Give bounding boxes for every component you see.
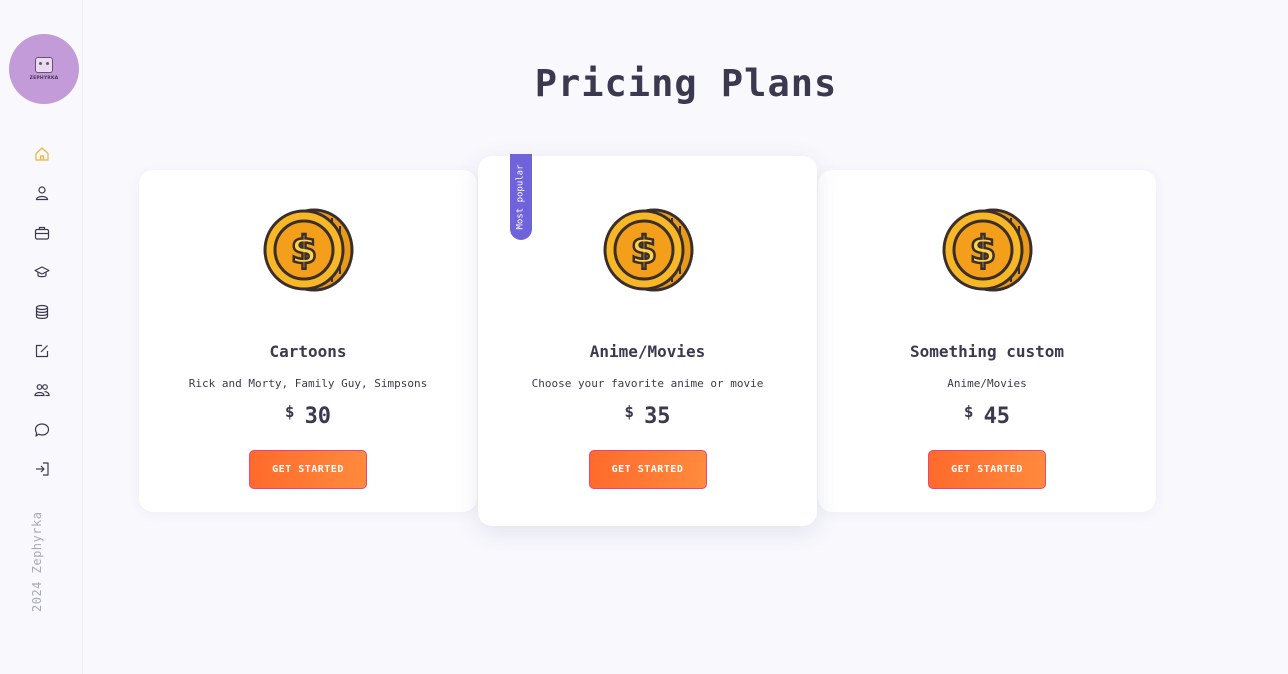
- users-icon: [33, 384, 50, 397]
- sidebar-item-login[interactable]: [30, 457, 54, 481]
- most-popular-badge: Most popular: [510, 154, 532, 240]
- plan-description: Rick and Morty, Family Guy, Simpsons: [188, 377, 428, 390]
- coin-icon: $: [942, 208, 1033, 292]
- plan-name: Anime/Movies: [589, 342, 706, 361]
- sidebar: ZEPHYRKA 2024 Zephyrka: [0, 0, 83, 674]
- sidebar-item-edit[interactable]: [30, 339, 54, 363]
- footer-copyright: 2024 Zephyrka: [30, 511, 44, 612]
- plan-price: $35: [478, 402, 817, 429]
- svg-text:$: $: [970, 228, 996, 272]
- plan-name: Cartoons: [269, 342, 347, 361]
- edit-icon: [35, 344, 48, 358]
- currency-symbol: $: [963, 402, 974, 421]
- user-icon: [35, 186, 48, 201]
- plan-price: $30: [139, 402, 477, 429]
- logo-icon: [35, 57, 53, 73]
- svg-text:$: $: [291, 228, 317, 272]
- plan-name: Something custom: [909, 342, 1065, 361]
- currency-symbol: $: [284, 402, 295, 421]
- badge-label: Most popular: [516, 164, 526, 230]
- sidebar-item-education[interactable]: [30, 260, 54, 284]
- currency-symbol: $: [624, 402, 635, 421]
- graduation-cap-icon: [33, 266, 50, 278]
- price-amount: 30: [304, 404, 332, 429]
- plan-description: Choose your favorite anime or movie: [531, 377, 764, 390]
- chat-icon: [34, 423, 49, 437]
- sidebar-item-home[interactable]: [30, 142, 54, 166]
- price-amount: 35: [644, 404, 671, 429]
- sidebar-item-team[interactable]: [30, 378, 54, 402]
- sign-in-icon: [35, 462, 49, 476]
- main-content: Pricing Plans $ Cartoons Rick and Morty,…: [84, 0, 1288, 674]
- page-title: Pricing Plans: [534, 62, 838, 105]
- coin-icon: $: [603, 208, 693, 292]
- logo[interactable]: ZEPHYRKA: [9, 34, 79, 104]
- pricing-card-anime-movies: Most popular $ Anime/Movies Choose your …: [478, 154, 817, 526]
- logo-text: ZEPHYRKA: [29, 76, 59, 81]
- home-icon: [34, 147, 49, 161]
- pricing-card-cartoons: $ Cartoons Rick and Morty, Family Guy, S…: [139, 170, 477, 512]
- get-started-button[interactable]: GET STARTED: [249, 450, 367, 489]
- pricing-card-custom: $ Something custom Anime/Movies $45 GET …: [818, 170, 1156, 512]
- coin-icon: $: [263, 208, 354, 292]
- database-icon: [35, 304, 48, 319]
- get-started-button[interactable]: GET STARTED: [928, 450, 1046, 489]
- briefcase-icon: [34, 226, 49, 240]
- app: ZEPHYRKA 2024 Zephyrka Pricing Plans $ C…: [0, 0, 1288, 674]
- sidebar-item-chat[interactable]: [30, 418, 54, 442]
- sidebar-item-database[interactable]: [30, 300, 54, 324]
- price-amount: 45: [983, 404, 1011, 429]
- sidebar-nav: [0, 142, 83, 497]
- plan-price: $45: [818, 402, 1156, 429]
- plan-description: Anime/Movies: [947, 377, 1027, 390]
- svg-text:$: $: [630, 228, 656, 272]
- sidebar-item-work[interactable]: [30, 221, 54, 245]
- get-started-button[interactable]: GET STARTED: [588, 450, 707, 489]
- sidebar-item-profile[interactable]: [30, 181, 54, 205]
